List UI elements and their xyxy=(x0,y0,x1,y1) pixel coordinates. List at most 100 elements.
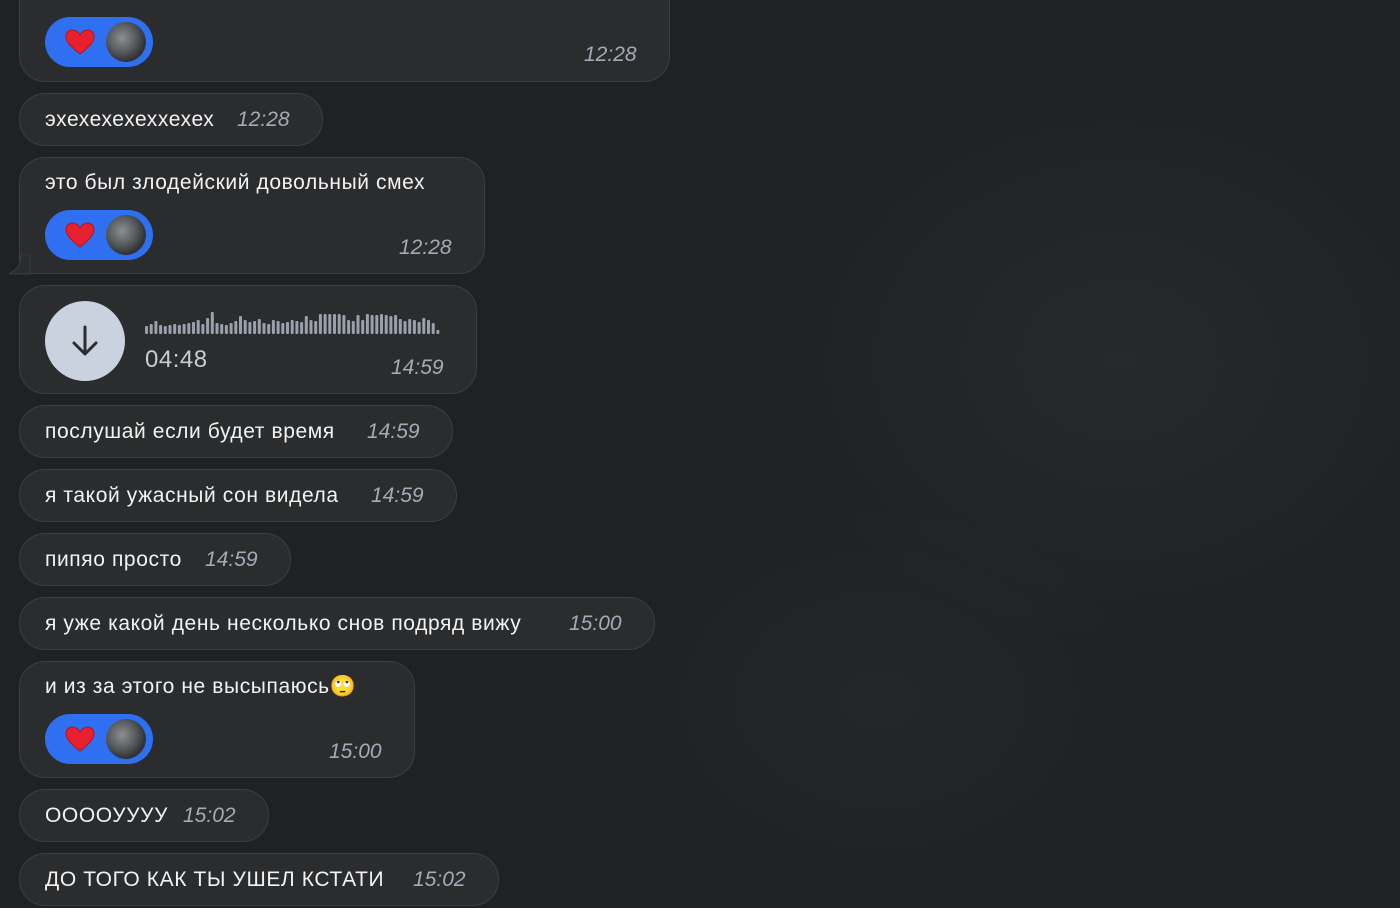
waveform-bar xyxy=(323,314,327,334)
message-time: 12:28 xyxy=(399,236,452,259)
message-time: 14:59 xyxy=(367,420,420,443)
waveform-bar xyxy=(173,324,177,334)
message-bubble[interactable]: ООООУУУУ 15:02 xyxy=(19,789,269,842)
message-time: 12:28 xyxy=(584,43,637,66)
voice-message[interactable]: 04:48 14:59 xyxy=(19,285,477,394)
voice-duration: 04:48 xyxy=(145,346,208,373)
waveform-bar xyxy=(365,314,369,334)
waveform-bar xyxy=(154,321,158,334)
waveform-bar xyxy=(300,322,304,334)
waveform-bar xyxy=(177,325,181,334)
waveform-bar xyxy=(412,320,416,334)
waveform-bar xyxy=(196,320,200,334)
avatar xyxy=(106,22,146,62)
message-time: 12:28 xyxy=(237,108,290,131)
message-text: и из за этого не высыпаюсь🙄 xyxy=(45,675,357,698)
waveform-bar xyxy=(290,320,294,334)
waveform-bar xyxy=(328,314,332,334)
waveform-bar xyxy=(253,321,257,334)
waveform-bar xyxy=(234,321,238,334)
waveform-bar xyxy=(229,323,233,334)
reaction-badge[interactable] xyxy=(45,210,153,260)
waveform-bar xyxy=(163,326,167,334)
message-time: 14:59 xyxy=(371,484,424,507)
waveform-bar xyxy=(271,320,275,334)
waveform-bar xyxy=(286,322,289,334)
message-time: 15:00 xyxy=(329,740,382,763)
message-time: 15:00 xyxy=(569,612,622,635)
waveform-bar xyxy=(431,323,435,334)
waveform-bar xyxy=(210,312,214,334)
message-bubble[interactable]: послушай если будет время 14:59 xyxy=(19,405,453,458)
waveform-bar xyxy=(427,320,430,334)
waveform-bar xyxy=(394,315,398,334)
waveform-bar xyxy=(370,315,374,334)
message-bubble[interactable]: и из за этого не высыпаюсь🙄 15:00 xyxy=(19,661,415,778)
waveform-bar xyxy=(149,324,153,334)
waveform-bar xyxy=(206,318,210,334)
waveform-bar xyxy=(309,320,313,334)
waveform-bar xyxy=(220,324,224,334)
waveform-bar xyxy=(295,321,299,334)
waveform-bar xyxy=(384,315,388,334)
voice-waveform[interactable] xyxy=(145,310,445,334)
message-bubble[interactable]: я уже какой день несколько снов подряд в… xyxy=(19,597,655,650)
waveform-bar xyxy=(243,320,247,334)
message-bubble[interactable]: ДО ТОГО КАК ТЫ УШЕЛ КСТАТИ 15:02 xyxy=(19,853,499,906)
message-text: послушай если будет время xyxy=(45,420,335,443)
waveform-bar xyxy=(389,316,393,334)
waveform-bar xyxy=(192,322,195,334)
waveform-bar xyxy=(304,316,308,334)
waveform-bar xyxy=(380,314,383,334)
waveform-bar xyxy=(337,314,341,334)
waveform-bar xyxy=(267,324,271,334)
waveform-bar xyxy=(398,319,402,334)
waveform-bar xyxy=(314,321,318,334)
message-text: я уже какой день несколько снов подряд в… xyxy=(45,612,522,635)
waveform-bar xyxy=(361,320,365,334)
waveform-bar xyxy=(168,325,172,334)
waveform-bar xyxy=(276,321,280,334)
waveform-bar xyxy=(248,322,252,334)
waveform-bar xyxy=(351,321,355,334)
waveform-bar xyxy=(281,323,285,334)
message-text: эхехехехеххехех xyxy=(45,108,215,131)
waveform-bar xyxy=(408,319,412,334)
message-text: ДО ТОГО КАК ТЫ УШЕЛ КСТАТИ xyxy=(45,868,385,891)
waveform-bar xyxy=(318,314,322,334)
waveform-bar xyxy=(159,325,163,334)
download-arrow-icon xyxy=(72,325,98,356)
download-voice-button[interactable] xyxy=(45,301,125,381)
rolling-eyes-emoji: 🙄 xyxy=(329,675,357,698)
message-text: пипяо просто xyxy=(45,548,182,571)
waveform-bar xyxy=(436,330,440,334)
message-text: ООООУУУУ xyxy=(45,804,169,827)
waveform-bar xyxy=(239,316,242,334)
waveform-bar xyxy=(262,323,266,334)
waveform-bar xyxy=(215,323,219,334)
waveform-bar xyxy=(375,315,379,334)
heart-icon xyxy=(65,222,95,248)
waveform-bar xyxy=(224,325,228,334)
waveform-bar xyxy=(403,321,407,334)
message-bubble[interactable]: эхехехехеххехех 12:28 xyxy=(19,93,323,146)
waveform-bar xyxy=(187,323,191,334)
heart-icon xyxy=(65,29,95,55)
message-bubble[interactable]: 12:28 xyxy=(19,0,670,82)
message-time: 15:02 xyxy=(413,868,466,891)
avatar xyxy=(106,719,146,759)
waveform-bar xyxy=(417,322,421,334)
message-bubble[interactable]: пипяо просто 14:59 xyxy=(19,533,291,586)
reaction-badge[interactable] xyxy=(45,17,153,67)
bubble-tail xyxy=(8,254,31,275)
reaction-badge[interactable] xyxy=(45,714,153,764)
message-bubble[interactable]: это был злодейский довольный смех 12:28 xyxy=(19,157,485,274)
waveform-bar xyxy=(201,324,205,334)
message-text: это был злодейский довольный смех xyxy=(45,171,426,194)
waveform-bar xyxy=(347,320,351,334)
waveform-bar xyxy=(356,315,360,334)
waveform-bar xyxy=(145,326,148,334)
waveform-bar xyxy=(333,314,336,334)
message-bubble[interactable]: я такой ужасный сон видела 14:59 xyxy=(19,469,457,522)
waveform-bar xyxy=(422,318,426,334)
